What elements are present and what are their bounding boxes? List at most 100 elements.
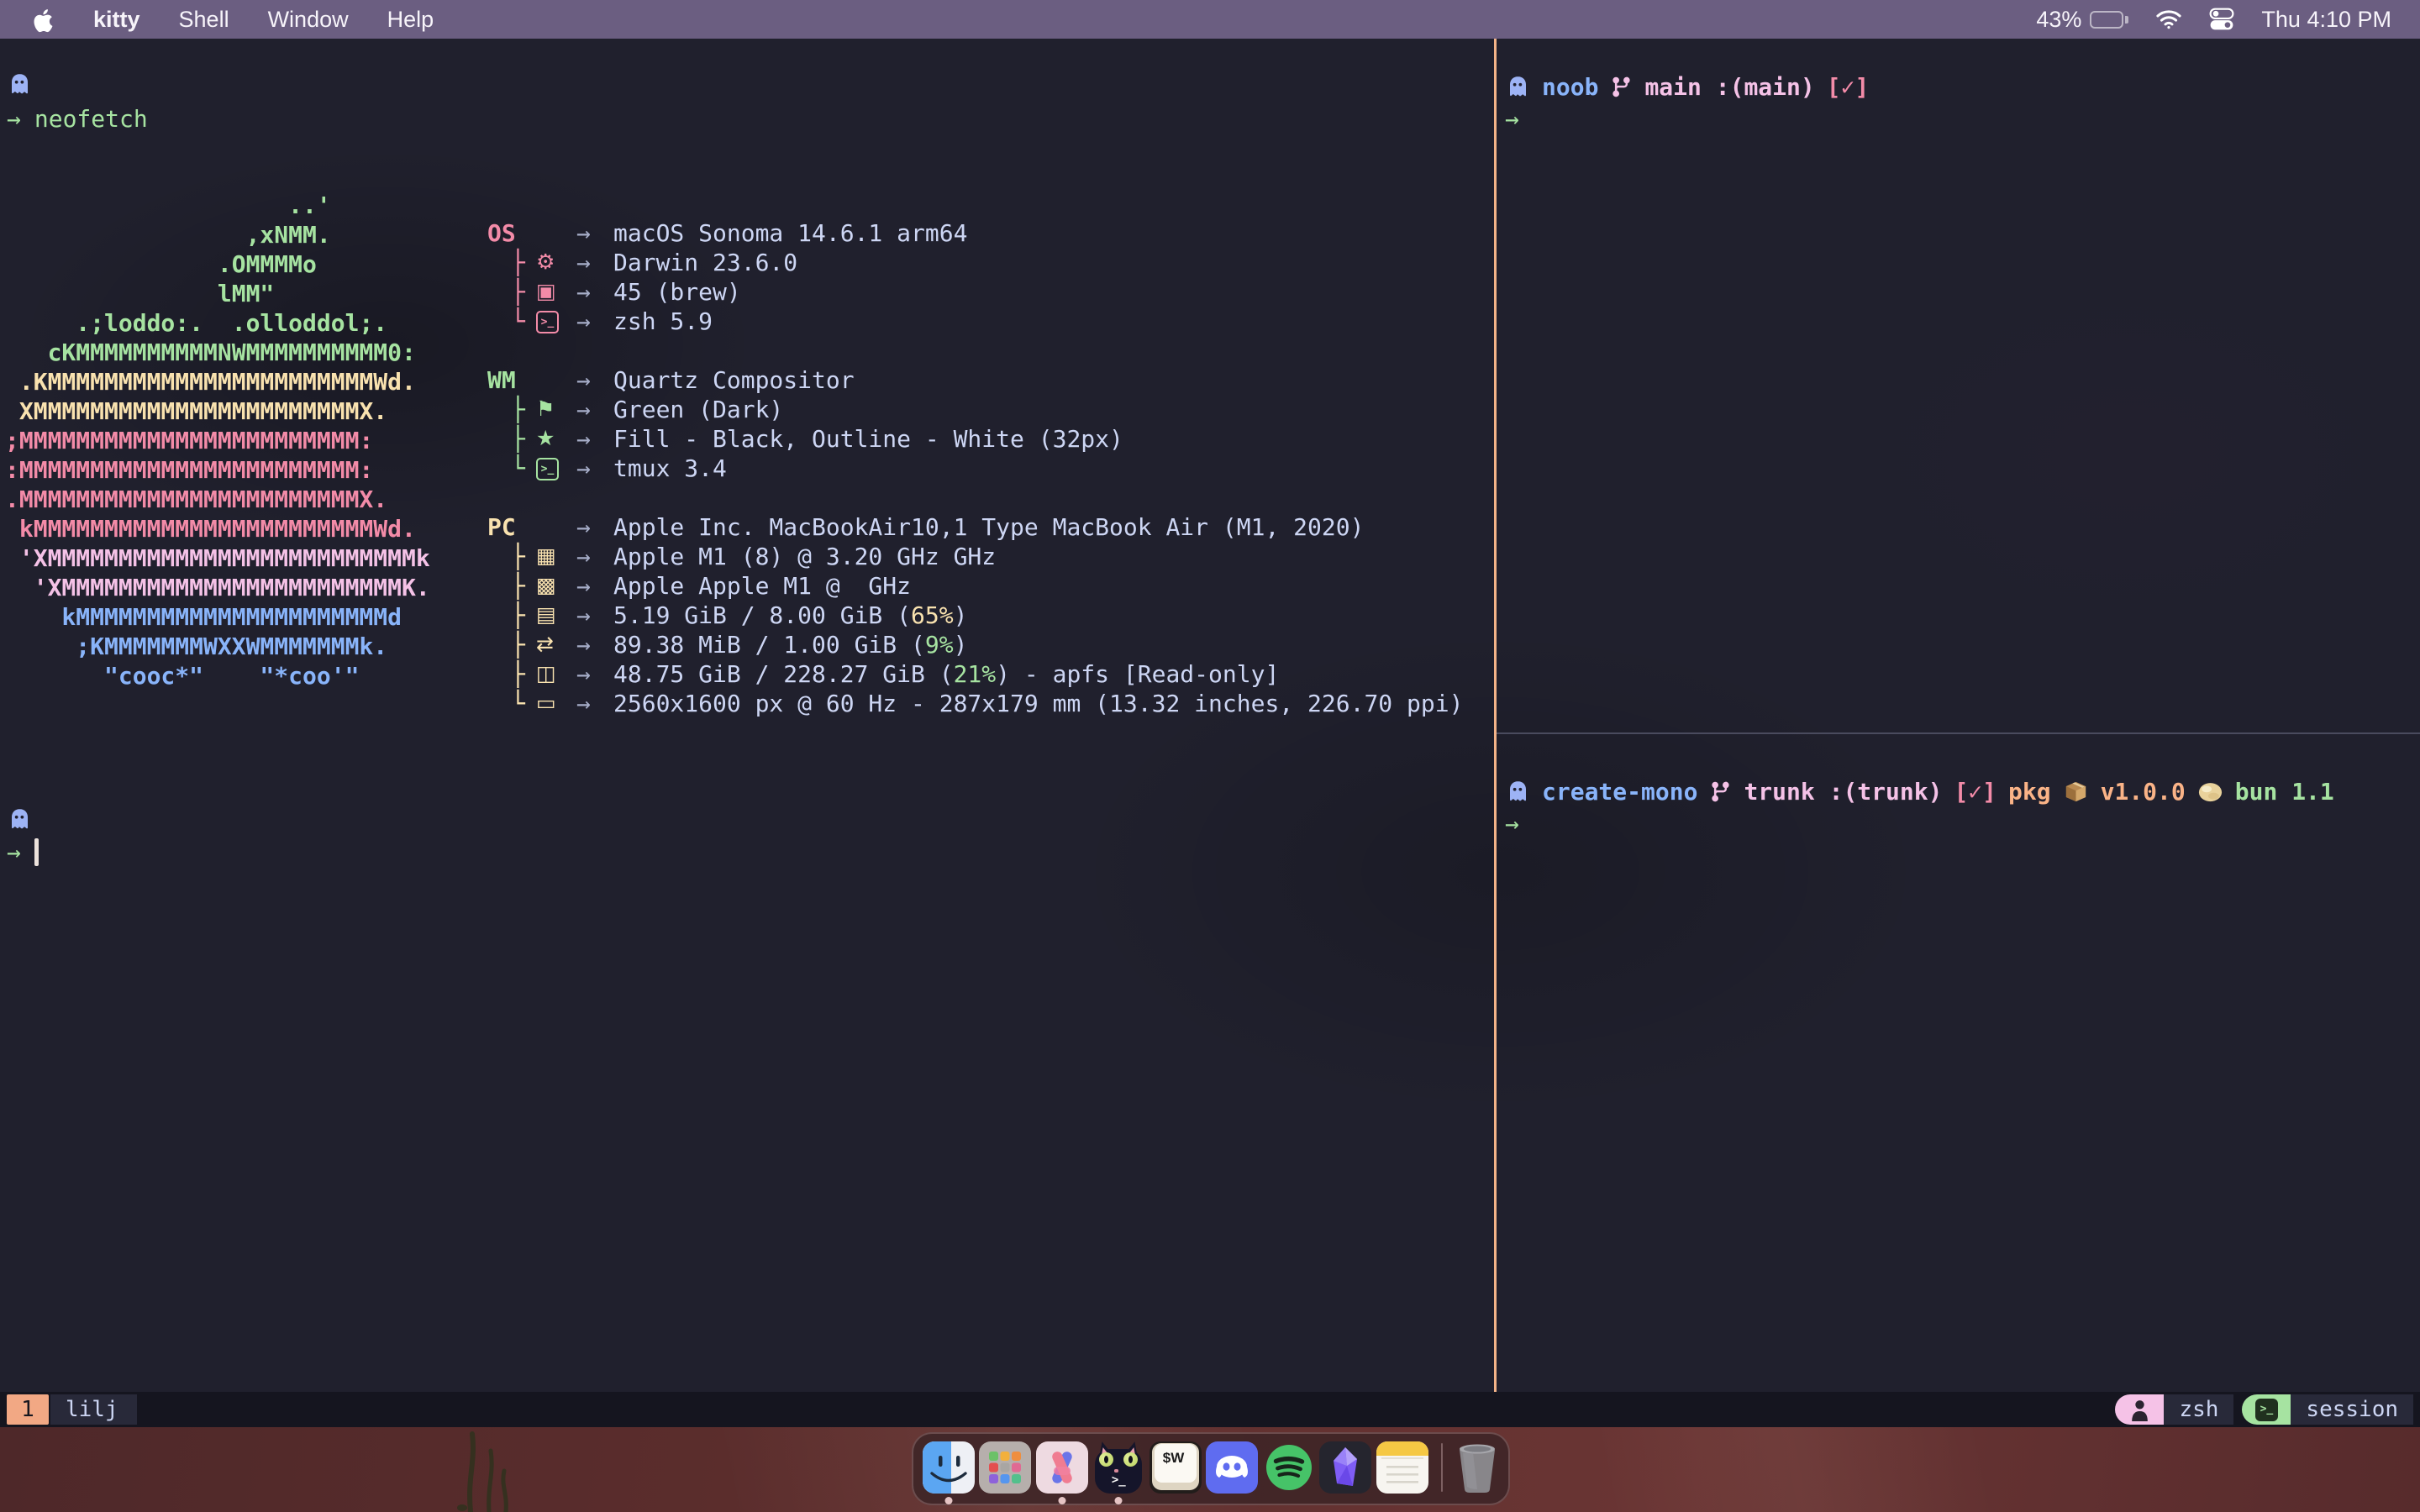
shell-prompt-line: noobmain :(main)[✓] <box>1505 72 2420 102</box>
tmux-pane-right-bottom[interactable]: create-mono trunk :(trunk) [✓] pkg v1.0.0 bun… <box>1497 735 2420 1392</box>
arrow-glyph: → <box>576 572 591 600</box>
arrow-glyph: → <box>576 425 591 453</box>
arrow-glyph: → <box>576 690 591 717</box>
menu-clock[interactable]: Thu 4:10 PM <box>2261 7 2391 33</box>
finder-icon <box>923 1441 975 1494</box>
arrow-glyph: → <box>576 454 591 482</box>
dock-item-keycap[interactable]: $W <box>1147 1441 1204 1505</box>
wifi-icon[interactable] <box>2155 8 2182 30</box>
battery-status[interactable]: 43% <box>2036 7 2128 33</box>
info-value: Darwin 23.6.0 <box>613 249 797 276</box>
spotify-icon <box>1263 1441 1315 1494</box>
info-value: 89.38 MiB / 1.00 GiB (9%) <box>613 631 967 659</box>
dock-item-notes[interactable] <box>1374 1441 1431 1505</box>
arrow-glyph: → <box>576 249 591 276</box>
dock-item-finder[interactable] <box>920 1441 977 1505</box>
prompt-segment: pkg <box>2008 778 2051 806</box>
arrow-glyph: → <box>576 513 591 541</box>
tree-branch-glyph: ├ <box>511 572 525 600</box>
arrow-glyph: → <box>576 396 591 423</box>
disk-icon: ◫ <box>536 661 556 685</box>
discord-icon <box>1206 1441 1258 1494</box>
bun-icon <box>2197 780 2223 803</box>
prompt-line: → neofetch <box>7 104 148 134</box>
dock: >_ $W <box>912 1432 1510 1505</box>
prompt-arrow: → <box>1505 105 1519 133</box>
info-section-label: WM <box>487 366 516 394</box>
command-text: neofetch <box>34 105 148 133</box>
arrow-glyph: → <box>576 601 591 629</box>
prompt-segment: create-mono <box>1542 778 1697 806</box>
window-name[interactable]: lilj <box>50 1394 137 1425</box>
prompt-segment: [✓] <box>1827 73 1870 101</box>
arrow-glyph: → <box>576 366 591 394</box>
tmux-pane-left[interactable]: → neofetch ..' ,xNMM. .OMMMMo lMM" .;lod… <box>0 39 1495 1392</box>
memory-icon: ▤ <box>536 602 556 627</box>
prompt-arrow: → <box>7 838 21 866</box>
shell-prompt-line: create-mono trunk :(trunk) [✓] pkg v1.0.0 bun… <box>1505 777 2420 806</box>
window-index-badge[interactable]: 1 <box>7 1394 49 1425</box>
wallpaper-grass <box>445 1427 605 1512</box>
dock-item-trash[interactable] <box>1453 1441 1502 1505</box>
dock-item-arc[interactable] <box>1034 1441 1091 1505</box>
kitty-cat-icon: >_ <box>1092 1441 1144 1494</box>
info-value: zsh 5.9 <box>613 307 713 335</box>
swap-icon: ⇄ <box>536 632 554 656</box>
prompt-segment: v1.0.0 <box>2101 778 2186 806</box>
dock-divider <box>1441 1443 1444 1492</box>
terminal-icon: >_ <box>536 458 559 480</box>
obsidian-icon <box>1319 1441 1371 1494</box>
cursor <box>34 838 39 866</box>
ghost-icon <box>7 811 32 839</box>
info-value: 48.75 GiB / 228.27 GiB (21%) - apfs [Rea… <box>613 660 1279 688</box>
prompt-segment: trunk :(trunk) <box>1744 778 1942 806</box>
kitty-terminal-window: → neofetch ..' ,xNMM. .OMMMMo lMM" .;lod… <box>0 39 2420 1427</box>
gear-icon: ⚙ <box>536 249 555 274</box>
arrow-glyph: → <box>576 631 591 659</box>
prompt-ghost <box>7 71 32 100</box>
tree-branch-glyph: ├ <box>511 425 525 453</box>
menu-item-window[interactable]: Window <box>268 7 349 33</box>
icons-icon: ★ <box>536 426 555 450</box>
prompt-segment: bun 1.1 <box>2235 778 2334 806</box>
prompt-segment: [✓] <box>1954 778 1996 806</box>
keycap-label: $W <box>1155 1444 1197 1483</box>
prompt-arrow: → <box>1505 810 1519 837</box>
tmux-pane-right-top[interactable]: noobmain :(main)[✓] → <box>1497 39 2420 733</box>
dock-item-launchpad[interactable] <box>977 1441 1034 1505</box>
keycap-icon: $W <box>1150 1441 1202 1494</box>
info-value: Apple M1 (8) @ 3.20 GHz GHz <box>613 543 996 570</box>
info-value: Apple Apple M1 @ GHz <box>613 572 911 600</box>
menu-bar: kitty Shell Window Help 43% <box>0 0 2420 39</box>
arrow-glyph: → <box>576 660 591 688</box>
control-center-icon[interactable] <box>2209 7 2234 32</box>
cpu-icon: ▦ <box>536 543 556 568</box>
package-icon: ▣ <box>536 279 556 303</box>
theme-icon: ⚑ <box>536 396 555 421</box>
arc-browser-icon <box>1036 1441 1088 1494</box>
shell-prompt-arrow-line: → <box>1505 104 2420 134</box>
git-branch-icon <box>1709 779 1732 805</box>
dock-item-discord[interactable] <box>1204 1441 1261 1505</box>
menu-item-shell[interactable]: Shell <box>179 7 229 33</box>
menu-app-name[interactable]: kitty <box>93 7 140 33</box>
tree-branch-glyph: ├ <box>511 631 525 659</box>
prompt-line-active[interactable]: → <box>7 837 39 867</box>
info-value: 2560x1600 px @ 60 Hz - 287x179 mm (13.32… <box>613 690 1463 717</box>
dock-item-kitty[interactable]: >_ <box>1091 1441 1148 1505</box>
prompt-arrow: → <box>7 105 21 133</box>
info-value: 45 (brew) <box>613 278 741 306</box>
shell-icon: >_ <box>536 311 559 333</box>
display-icon: ▭ <box>536 690 556 715</box>
dock-item-spotify[interactable] <box>1260 1441 1318 1505</box>
terminal-icon: >_ <box>2242 1394 2291 1425</box>
apple-menu-icon[interactable] <box>32 7 55 33</box>
git-branch-icon <box>1610 74 1633 100</box>
battery-icon <box>2090 11 2123 29</box>
dock-item-obsidian[interactable] <box>1318 1441 1375 1505</box>
info-value: Apple Inc. MacBookAir10,1 Type MacBook A… <box>613 513 1364 541</box>
menu-item-help[interactable]: Help <box>387 7 434 33</box>
launchpad-icon <box>979 1441 1031 1494</box>
notes-icon <box>1376 1441 1428 1494</box>
tree-branch-glyph: ├ <box>511 543 525 570</box>
